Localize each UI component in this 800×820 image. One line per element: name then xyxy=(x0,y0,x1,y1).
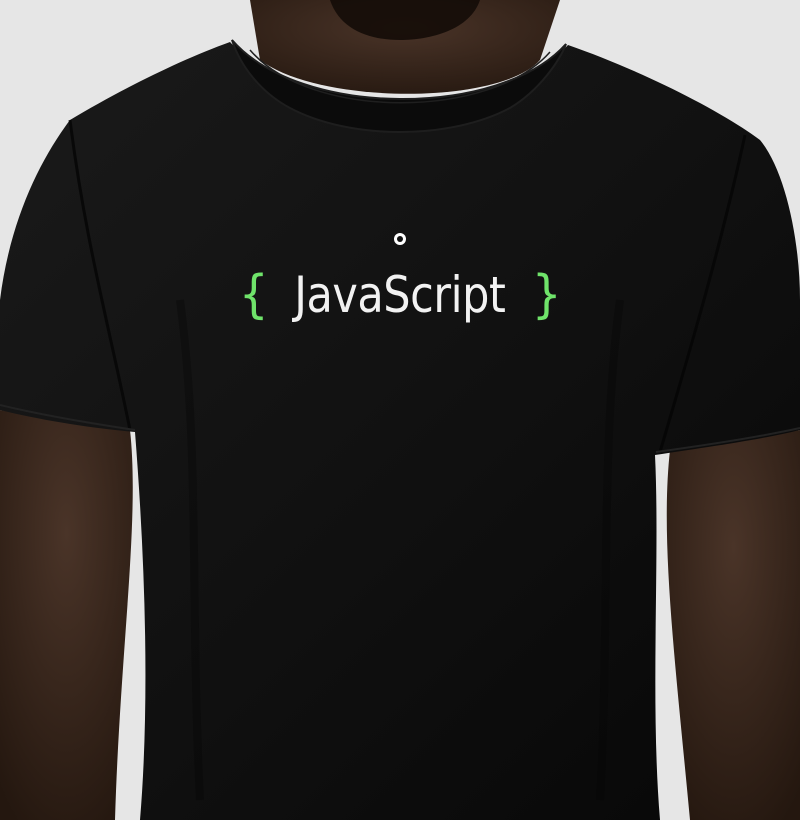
right-arm xyxy=(666,430,800,820)
right-brace: } xyxy=(532,265,561,325)
tshirt-photo xyxy=(0,0,800,820)
shirt-print: { JavaScript } xyxy=(0,250,800,340)
javascript-text: JavaScript xyxy=(294,266,506,324)
small-round-logo-icon xyxy=(394,233,406,245)
left-brace: { xyxy=(239,265,268,325)
left-arm xyxy=(0,410,133,820)
photo-scene xyxy=(0,0,800,820)
